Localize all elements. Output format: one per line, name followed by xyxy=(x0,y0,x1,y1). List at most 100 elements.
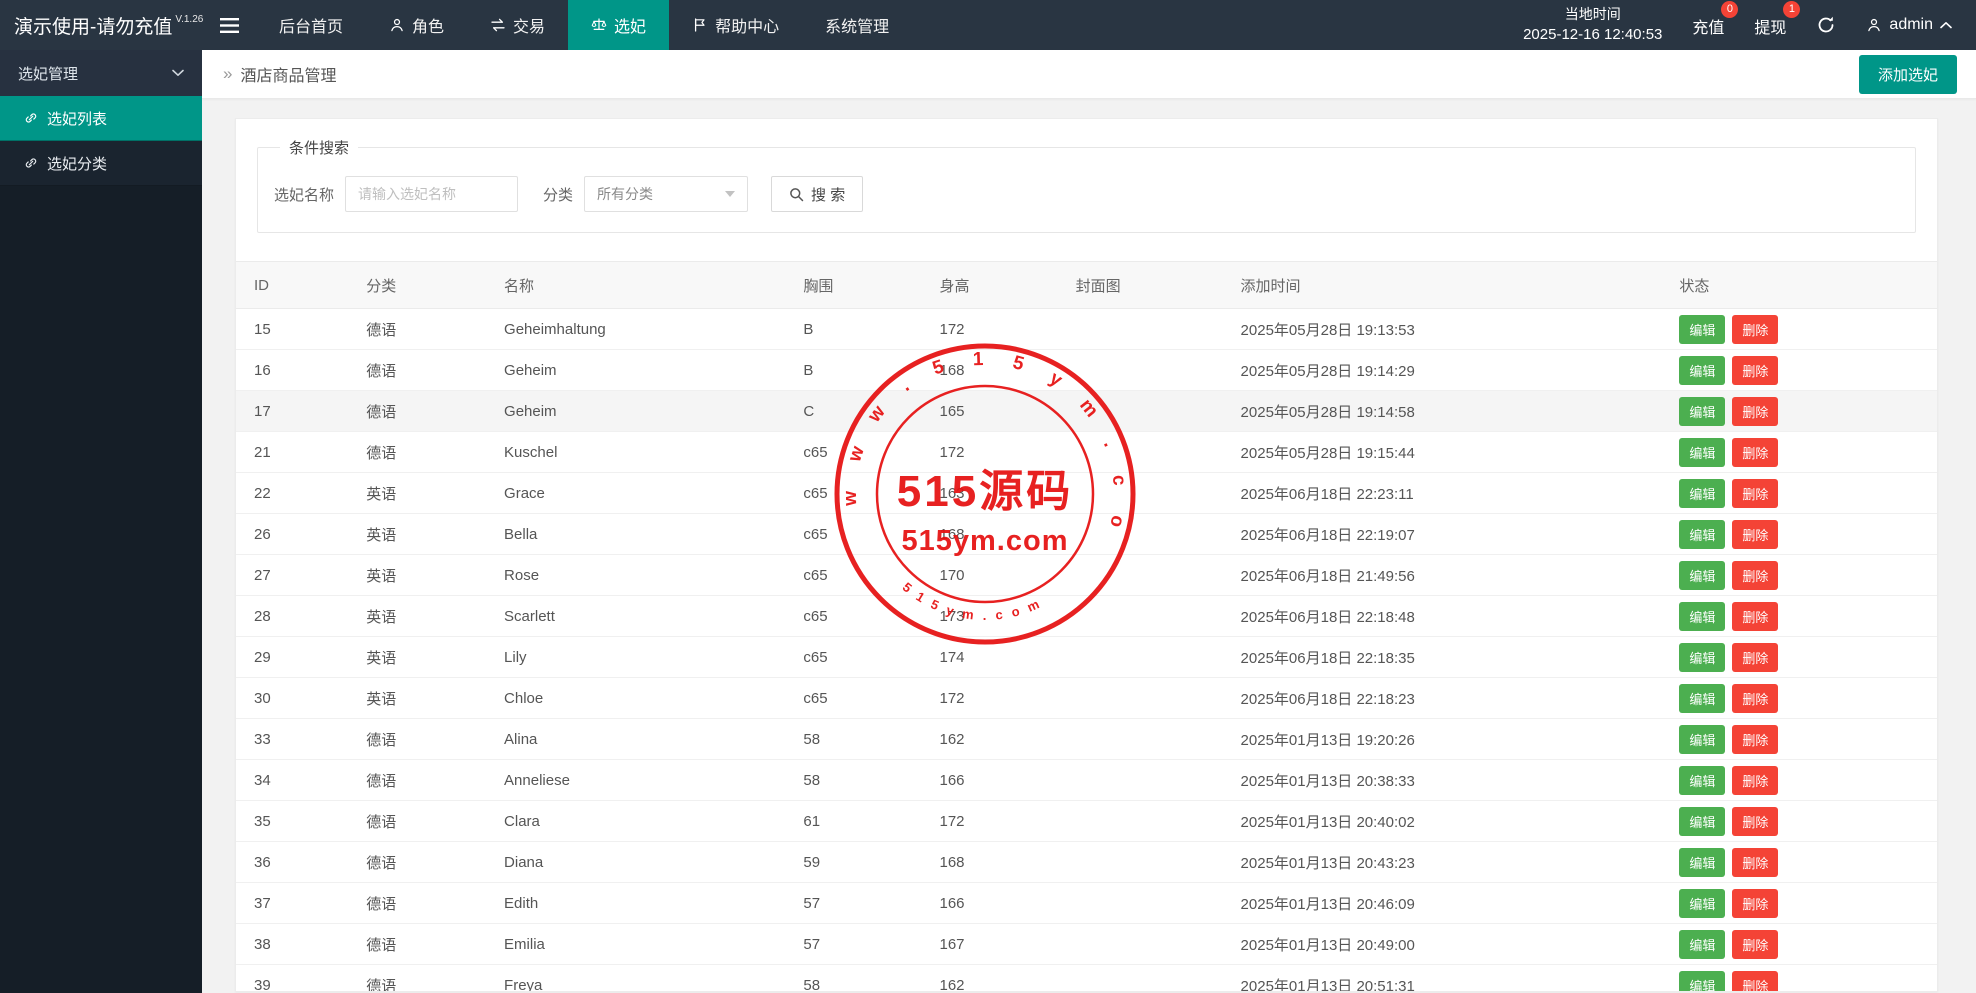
cell-bust: C xyxy=(785,391,921,432)
sidebar-toggle-button[interactable] xyxy=(202,0,256,50)
hamburger-icon xyxy=(220,18,239,33)
refresh-button[interactable] xyxy=(1816,15,1836,35)
delete-button[interactable]: 删除 xyxy=(1732,930,1778,959)
nav-item-dashboard[interactable]: 后台首页 xyxy=(256,0,366,50)
add-concubine-button[interactable]: 添加选妃 xyxy=(1859,55,1957,94)
delete-button[interactable]: 删除 xyxy=(1732,684,1778,713)
cell-actions: 编辑删除 xyxy=(1661,350,1937,391)
delete-button[interactable]: 删除 xyxy=(1732,971,1778,993)
cell-actions: 编辑删除 xyxy=(1661,883,1937,924)
nav-item-label: 选妃 xyxy=(614,13,646,37)
delete-button[interactable]: 删除 xyxy=(1732,807,1778,836)
delete-button[interactable]: 删除 xyxy=(1732,479,1778,508)
local-time-value: 2025-12-16 12:40:53 xyxy=(1523,24,1662,46)
edit-button[interactable]: 编辑 xyxy=(1679,807,1725,836)
delete-button[interactable]: 删除 xyxy=(1732,889,1778,918)
edit-button[interactable]: 编辑 xyxy=(1679,397,1725,426)
recharge-button[interactable]: 充值 0 xyxy=(1692,12,1724,38)
cell-id: 29 xyxy=(236,637,348,678)
edit-button[interactable]: 编辑 xyxy=(1679,643,1725,672)
sidebar-item-concubine-category[interactable]: 选妃分类 xyxy=(0,141,202,186)
nav-item-system[interactable]: 系统管理 xyxy=(802,0,912,50)
nav-item-trade[interactable]: 交易 xyxy=(467,0,568,50)
cell-id: 37 xyxy=(236,883,348,924)
delete-button[interactable]: 删除 xyxy=(1732,438,1778,467)
cell-id: 16 xyxy=(236,350,348,391)
cell-bust: 61 xyxy=(785,801,921,842)
sidebar-item-label: 选妃分类 xyxy=(47,153,107,174)
edit-button[interactable]: 编辑 xyxy=(1679,684,1725,713)
cell-bust: 57 xyxy=(785,883,921,924)
delete-button[interactable]: 删除 xyxy=(1732,561,1778,590)
edit-button[interactable]: 编辑 xyxy=(1679,479,1725,508)
cell-cover xyxy=(1058,514,1223,555)
edit-button[interactable]: 编辑 xyxy=(1679,520,1725,549)
cell-height: 162 xyxy=(921,965,1057,993)
cell-cover xyxy=(1058,432,1223,473)
cell-cover xyxy=(1058,924,1223,965)
cell-height: 172 xyxy=(921,432,1057,473)
edit-button[interactable]: 编辑 xyxy=(1679,602,1725,631)
edit-button[interactable]: 编辑 xyxy=(1679,971,1725,993)
delete-button[interactable]: 删除 xyxy=(1732,356,1778,385)
cell-time: 2025年05月28日 19:13:53 xyxy=(1223,309,1662,350)
cell-category: 德语 xyxy=(348,350,486,391)
edit-button[interactable]: 编辑 xyxy=(1679,561,1725,590)
delete-button[interactable]: 删除 xyxy=(1732,602,1778,631)
nav-item-help[interactable]: 帮助中心 xyxy=(669,0,802,50)
main-content: » 酒店商品管理 添加选妃 条件搜索 选妃名称 分类 所有分类 xyxy=(202,50,1976,993)
cell-actions: 编辑删除 xyxy=(1661,719,1937,760)
category-label: 分类 xyxy=(543,184,573,205)
edit-button[interactable]: 编辑 xyxy=(1679,315,1725,344)
cell-bust: 58 xyxy=(785,965,921,993)
delete-button[interactable]: 删除 xyxy=(1732,315,1778,344)
table-body: 15德语GeheimhaltungB1722025年05月28日 19:13:5… xyxy=(236,309,1937,993)
delete-button[interactable]: 删除 xyxy=(1732,397,1778,426)
delete-button[interactable]: 删除 xyxy=(1732,643,1778,672)
delete-button[interactable]: 删除 xyxy=(1732,766,1778,795)
name-input[interactable] xyxy=(345,176,518,212)
cell-height: 172 xyxy=(921,309,1057,350)
table-row: 30英语Chloec651722025年06月18日 22:18:23编辑删除 xyxy=(236,678,1937,719)
withdraw-button[interactable]: 提现 1 xyxy=(1754,12,1786,38)
nav-item-concubine[interactable]: 选妃 xyxy=(568,0,669,50)
sidebar-item-concubine-list[interactable]: 选妃列表 xyxy=(0,96,202,141)
nav-item-label: 系统管理 xyxy=(825,13,889,37)
search-button[interactable]: 搜 索 xyxy=(771,176,863,212)
edit-button[interactable]: 编辑 xyxy=(1679,930,1725,959)
cell-height: 166 xyxy=(921,883,1057,924)
edit-button[interactable]: 编辑 xyxy=(1679,766,1725,795)
cell-height: 165 xyxy=(921,391,1057,432)
nav-item-roles[interactable]: 角色 xyxy=(366,0,467,50)
category-select[interactable]: 所有分类 xyxy=(584,176,748,212)
cell-name: Freya xyxy=(486,965,785,993)
cell-actions: 编辑删除 xyxy=(1661,760,1937,801)
withdraw-label: 提现 xyxy=(1754,20,1786,37)
table-row: 29英语Lilyc651742025年06月18日 22:18:35编辑删除 xyxy=(236,637,1937,678)
cell-height: 172 xyxy=(921,678,1057,719)
cell-actions: 编辑删除 xyxy=(1661,678,1937,719)
edit-button[interactable]: 编辑 xyxy=(1679,889,1725,918)
user-menu[interactable]: admin xyxy=(1866,16,1952,34)
cell-time: 2025年05月28日 19:14:58 xyxy=(1223,391,1662,432)
chevron-down-icon xyxy=(172,69,184,77)
delete-button[interactable]: 删除 xyxy=(1732,725,1778,754)
cell-actions: 编辑删除 xyxy=(1661,555,1937,596)
brand-title: 演示使用-请勿充值 xyxy=(14,12,172,39)
cell-cover xyxy=(1058,391,1223,432)
edit-button[interactable]: 编辑 xyxy=(1679,725,1725,754)
edit-button[interactable]: 编辑 xyxy=(1679,848,1725,877)
delete-button[interactable]: 删除 xyxy=(1732,848,1778,877)
sidebar-item-label: 选妃列表 xyxy=(47,108,107,129)
table-header-row: ID分类名称胸围身高封面图添加时间状态 xyxy=(236,262,1937,309)
cell-time: 2025年01月13日 20:43:23 xyxy=(1223,842,1662,883)
cell-name: Bella xyxy=(486,514,785,555)
sidebar-group-header[interactable]: 选妃管理 xyxy=(0,50,202,96)
edit-button[interactable]: 编辑 xyxy=(1679,356,1725,385)
cell-time: 2025年01月13日 20:38:33 xyxy=(1223,760,1662,801)
cell-actions: 编辑删除 xyxy=(1661,596,1937,637)
edit-button[interactable]: 编辑 xyxy=(1679,438,1725,467)
breadcrumb: » 酒店商品管理 xyxy=(223,62,336,86)
search-legend: 条件搜索 xyxy=(280,137,358,158)
delete-button[interactable]: 删除 xyxy=(1732,520,1778,549)
